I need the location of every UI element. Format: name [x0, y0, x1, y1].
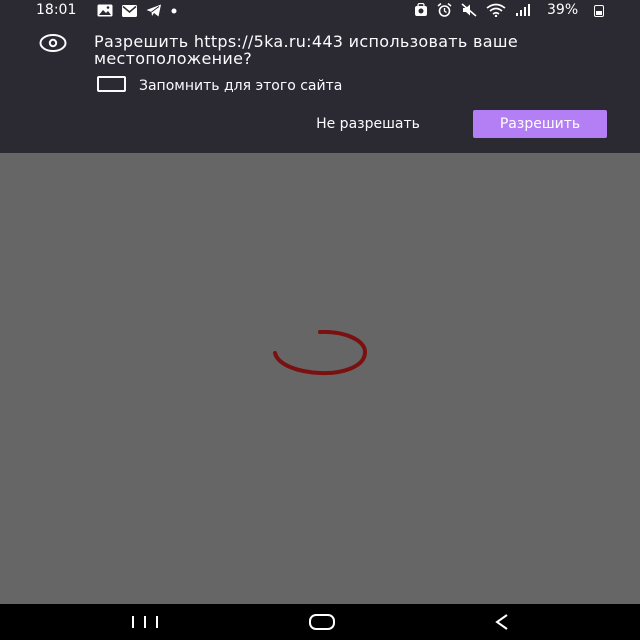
telegram-icon [146, 4, 161, 17]
battery-icon [594, 5, 604, 17]
loading-spinner [273, 330, 367, 376]
status-time: 18:01 [36, 2, 77, 18]
navigation-bar [0, 604, 640, 640]
status-bar: 18:01 39% [0, 0, 640, 22]
status-right-icons [414, 3, 531, 17]
home-button[interactable] [309, 614, 335, 630]
alarm-icon [437, 3, 452, 17]
recents-button[interactable] [132, 616, 158, 630]
prompt-message: Разрешить https://5ka.ru:443 использоват… [94, 32, 518, 68]
wifi-icon [486, 3, 506, 17]
dot-icon [171, 8, 177, 13]
vpn-icon [415, 3, 427, 16]
location-icon [39, 34, 67, 52]
allow-button[interactable]: Разрешить [473, 110, 607, 138]
remember-label: Запомнить для этого сайта [139, 78, 343, 94]
signal-icon [516, 4, 530, 16]
deny-button[interactable]: Не разрешать [288, 110, 448, 138]
remember-checkbox[interactable] [97, 76, 126, 92]
status-left-icons [97, 4, 177, 17]
location-permission-prompt: Разрешить https://5ka.ru:443 использоват… [0, 22, 640, 153]
gallery-icon [97, 4, 113, 17]
mail-icon [122, 4, 137, 17]
back-button[interactable] [492, 613, 512, 631]
battery-percentage: 39% [547, 2, 579, 18]
mute-icon [461, 3, 477, 17]
